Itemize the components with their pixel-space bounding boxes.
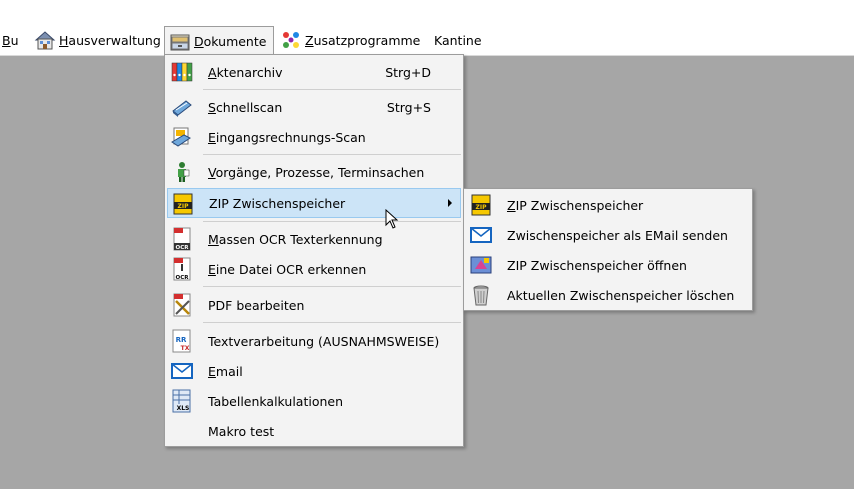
menu-item-label: PDF bearbeiten: [208, 297, 305, 313]
menu-item-label: Schnellscan: [208, 99, 283, 115]
drawer-icon: [170, 34, 190, 50]
invoice-scan-icon: [171, 127, 191, 147]
person-process-icon: [178, 162, 190, 182]
menu-item-label: Textverarbeitung (AUSNAHMSWEISE): [208, 333, 440, 349]
menu-item-label: Tabellenkalkulationen: [208, 393, 344, 409]
submenu-item-zip-zwischenspeicher[interactable]: ZIP ZIP Zwischenspeicher: [466, 191, 750, 219]
email-icon: [470, 227, 492, 243]
menu-item-massen-ocr[interactable]: OCR Massen OCR Texterkennung: [167, 225, 461, 253]
menu-separator: [203, 286, 461, 287]
zip-submenu: ZIP ZIP Zwischenspeicher Zwischenspeiche…: [463, 188, 753, 311]
scanner-icon: [172, 100, 192, 117]
menu-item-label: Massen OCR Texterkennung: [208, 231, 383, 247]
mouse-cursor-icon: [385, 209, 399, 229]
menu-item-label: Email: [208, 363, 243, 379]
rtf-icon: RR TX: [172, 329, 191, 353]
menu-item-email[interactable]: Email: [167, 357, 461, 385]
menu-bu[interactable]: Bu: [0, 27, 23, 53]
pdf-edit-icon: [173, 293, 191, 317]
menu-item-schnellscan[interactable]: Schnellscan Strg+S: [167, 93, 461, 121]
svg-text:OCR: OCR: [176, 245, 190, 251]
menu-item-label: Aktenarchiv: [208, 64, 283, 80]
menu-separator: [203, 154, 461, 155]
menu-kantine-label: Kantine: [434, 32, 482, 48]
menu-item-zip-zwischenspeicher[interactable]: ZIP ZIP Zwischenspeicher: [167, 188, 461, 218]
dokumente-dropdown: Aktenarchiv Strg+D Schnellscan Strg+S Ei…: [164, 54, 464, 447]
menu-bar: Bu Hausverwaltung Dokumente Zusatzprogra…: [0, 24, 854, 56]
menu-hausverwaltung-label: Hausverwaltung: [59, 32, 161, 48]
submenu-arrow-icon: [448, 199, 452, 207]
menu-hausverwaltung[interactable]: Hausverwaltung: [30, 27, 165, 53]
menu-bu-label: Bu: [2, 32, 19, 48]
submenu-item-email-senden[interactable]: Zwischenspeicher als EMail senden: [466, 221, 750, 249]
menu-dokumente[interactable]: Dokumente: [164, 26, 274, 56]
submenu-item-label: ZIP Zwischenspeicher: [507, 197, 644, 213]
menu-item-vorgaenge[interactable]: Vorgänge, Prozesse, Terminsachen: [167, 158, 461, 186]
menu-item-label: ZIP Zwischenspeicher: [209, 195, 346, 211]
svg-text:ZIP: ZIP: [178, 203, 190, 210]
menu-item-makro-test[interactable]: Makro test: [167, 417, 461, 445]
menu-zusatzprogramme[interactable]: Zusatzprogramme: [276, 27, 424, 53]
binders-icon: [171, 62, 193, 82]
zip-icon: ZIP: [471, 194, 491, 216]
svg-text:OCR: OCR: [176, 275, 190, 281]
menu-separator: [203, 322, 461, 323]
menu-item-label: Vorgänge, Prozesse, Terminsachen: [208, 164, 425, 180]
menu-item-label: Eingangsrechnungs-Scan: [208, 129, 366, 145]
menu-item-label: Makro test: [208, 423, 275, 439]
svg-text:RR: RR: [176, 336, 187, 344]
puzzle-icon: [283, 32, 299, 48]
submenu-item-zip-oeffnen[interactable]: ZIP Zwischenspeicher öffnen: [466, 251, 750, 279]
pdf-ocr-icon: OCR: [173, 227, 191, 251]
svg-text:XLS: XLS: [177, 405, 190, 412]
zip-open-icon: [470, 256, 492, 274]
menu-dokumente-label: Dokumente: [194, 34, 267, 49]
menu-item-tabellenkalkulationen[interactable]: XLS Tabellenkalkulationen: [167, 387, 461, 415]
menu-item-eine-datei-ocr[interactable]: OCR Eine Datei OCR erkennen: [167, 255, 461, 283]
menu-item-aktenarchiv[interactable]: Aktenarchiv Strg+D: [167, 58, 461, 86]
zip-icon: ZIP: [173, 193, 193, 215]
menu-item-shortcut: Strg+D: [385, 64, 431, 80]
house-icon: [34, 31, 56, 50]
menu-item-eingangsrechnungs-scan[interactable]: Eingangsrechnungs-Scan: [167, 123, 461, 151]
menu-item-textverarbeitung[interactable]: RR TX Textverarbeitung (AUSNAHMSWEISE): [167, 327, 461, 355]
submenu-item-label: Aktuellen Zwischenspeicher löschen: [507, 287, 735, 303]
submenu-item-label: Zwischenspeicher als EMail senden: [507, 227, 728, 243]
email-icon: [171, 363, 193, 379]
svg-text:TX: TX: [181, 345, 190, 352]
menu-kantine[interactable]: Kantine: [430, 27, 486, 53]
trash-icon: [473, 285, 489, 306]
submenu-item-label: ZIP Zwischenspeicher öffnen: [507, 257, 687, 273]
menu-zusatzprogramme-label: Zusatzprogramme: [305, 32, 421, 48]
xls-icon: XLS: [172, 389, 191, 413]
menu-item-pdf-bearbeiten[interactable]: PDF bearbeiten: [167, 291, 461, 319]
menu-separator: [203, 89, 461, 90]
menu-separator: [203, 221, 461, 222]
submenu-item-zwischenspeicher-loeschen[interactable]: Aktuellen Zwischenspeicher löschen: [466, 281, 750, 309]
menu-item-shortcut: Strg+S: [386, 99, 431, 115]
svg-text:ZIP: ZIP: [476, 204, 488, 211]
window-top-strip: [0, 0, 854, 24]
menu-item-label: Eine Datei OCR erkennen: [208, 261, 367, 277]
pdf-ocr-single-icon: OCR: [173, 257, 191, 281]
